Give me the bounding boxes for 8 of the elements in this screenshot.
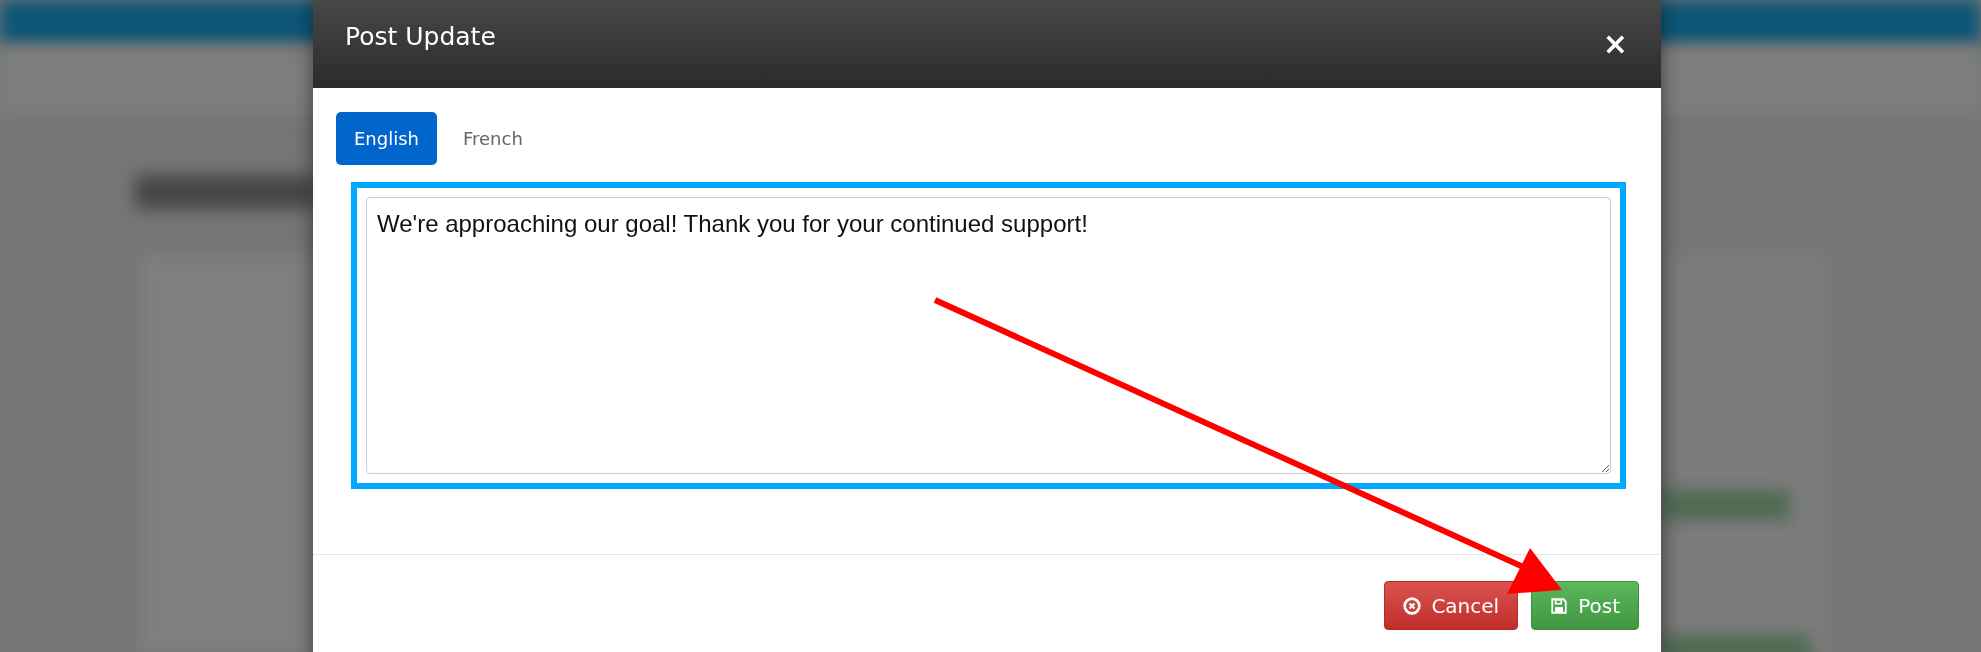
close-button[interactable]: × (1602, 29, 1628, 59)
update-text-field[interactable]: We're approaching our goal! Thank you for your continued support! (366, 197, 1611, 474)
language-tab[interactable]: English (336, 112, 437, 165)
cancel-button[interactable]: Cancel (1384, 581, 1519, 630)
language-tab[interactable]: French (445, 112, 541, 165)
cancel-circle-icon (1403, 596, 1422, 615)
post-button[interactable]: Post (1531, 581, 1639, 630)
dialog-title: Post Update (345, 21, 496, 51)
